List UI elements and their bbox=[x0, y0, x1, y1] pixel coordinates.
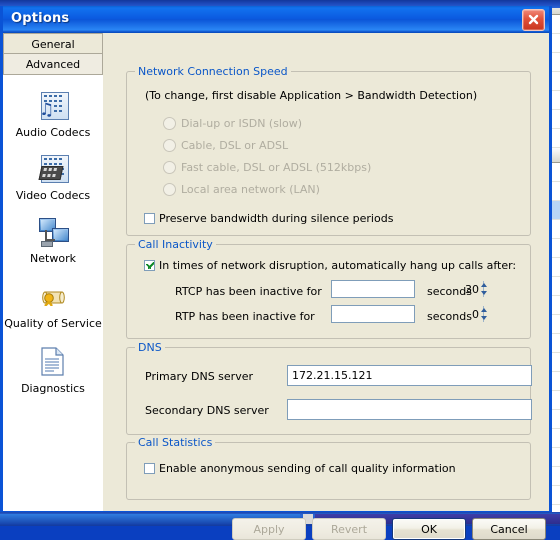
window-title: Options bbox=[11, 11, 70, 26]
secondary-dns-label: Secondary DNS server bbox=[145, 404, 269, 417]
dns-group: DNS Primary DNS server Secondary DNS ser… bbox=[126, 341, 532, 435]
screenshot-root: Options General Advanced ♫ Audio Codecs … bbox=[0, 0, 560, 540]
diagnostics-icon bbox=[36, 346, 70, 380]
audio-codecs-icon: ♫ bbox=[36, 90, 70, 124]
sidebar-item-network[interactable]: Network bbox=[3, 216, 103, 265]
checkbox-preserve-bandwidth[interactable]: Preserve bandwidth during silence period… bbox=[144, 212, 393, 225]
sidebar-item-diagnostics-label: Diagnostics bbox=[21, 382, 85, 395]
radio-button-circle bbox=[163, 139, 176, 152]
sidebar-tab-general-label: General bbox=[31, 38, 75, 51]
rtcp-inactive-label: RTCP has been inactive for bbox=[175, 285, 322, 298]
radio-dialup-isdn[interactable]: Dial-up or ISDN (slow) bbox=[163, 117, 302, 130]
sidebar-item-quality-of-service-label: Quality of Service bbox=[4, 317, 102, 330]
sidebar-item-diagnostics[interactable]: Diagnostics bbox=[3, 346, 103, 395]
rtp-inactive-spinner[interactable] bbox=[331, 305, 487, 323]
rtcp-inactive-unit: seconds bbox=[427, 285, 472, 298]
checkbox-hangup-on-disruption[interactable]: In times of network disruption, automati… bbox=[144, 259, 516, 272]
video-codecs-icon bbox=[36, 153, 70, 187]
options-dialog: Options General Advanced ♫ Audio Codecs … bbox=[0, 6, 552, 540]
rtcp-spinner-buttons[interactable] bbox=[481, 281, 487, 297]
radio-dialup-isdn-label: Dial-up or ISDN (slow) bbox=[181, 117, 303, 130]
ok-button-label: OK bbox=[421, 522, 437, 536]
cancel-button[interactable]: Cancel bbox=[472, 518, 546, 540]
rtp-inactive-label: RTP has been inactive for bbox=[175, 310, 315, 323]
checkbox-enable-anonymous-stats-label: Enable anonymous sending of call quality… bbox=[159, 462, 456, 475]
ok-button[interactable]: OK bbox=[392, 518, 466, 540]
dialog-client-area: General Advanced ♫ Audio Codecs Video Co… bbox=[3, 33, 549, 540]
sidebar-item-audio-codecs-label: Audio Codecs bbox=[15, 126, 91, 139]
checkbox-box[interactable] bbox=[144, 213, 155, 224]
radio-cable-dsl-adsl[interactable]: Cable, DSL or ADSL bbox=[163, 139, 288, 152]
bandwidth-detection-note: (To change, first disable Application > … bbox=[145, 89, 478, 102]
rtcp-inactive-spinner[interactable] bbox=[331, 280, 487, 298]
sidebar-item-video-codecs[interactable]: Video Codecs bbox=[3, 153, 103, 202]
checkbox-preserve-bandwidth-label: Preserve bandwidth during silence period… bbox=[159, 212, 394, 225]
primary-dns-label: Primary DNS server bbox=[145, 370, 254, 383]
revert-button[interactable]: Revert bbox=[312, 518, 386, 540]
cancel-button-label: Cancel bbox=[490, 522, 528, 536]
rtp-inactive-unit: seconds bbox=[427, 310, 472, 323]
checkbox-box[interactable] bbox=[144, 260, 155, 271]
sidebar-tab-general[interactable]: General bbox=[3, 33, 103, 54]
primary-dns-field[interactable] bbox=[287, 365, 532, 386]
sidebar-item-network-label: Network bbox=[30, 252, 76, 265]
advanced-settings-panel: Network Connection Speed (To change, fir… bbox=[104, 33, 549, 540]
secondary-dns-field[interactable] bbox=[287, 399, 532, 420]
secondary-dns-input[interactable] bbox=[288, 400, 531, 419]
radio-fast-cable-dsl-adsl[interactable]: Fast cable, DSL or ADSL (512kbps) bbox=[163, 161, 371, 174]
radio-button-circle bbox=[163, 117, 176, 130]
network-connection-speed-legend: Network Connection Speed bbox=[135, 65, 291, 78]
apply-button-label: Apply bbox=[253, 522, 285, 536]
sidebar: General Advanced ♫ Audio Codecs Video Co… bbox=[3, 33, 104, 511]
radio-cable-dsl-adsl-label: Cable, DSL or ADSL bbox=[181, 139, 289, 152]
radio-local-area-network[interactable]: Local area network (LAN) bbox=[163, 183, 320, 196]
primary-dns-input[interactable] bbox=[288, 366, 531, 385]
radio-button-circle bbox=[163, 161, 176, 174]
checkbox-hangup-on-disruption-label: In times of network disruption, automati… bbox=[159, 259, 517, 272]
sidebar-item-quality-of-service[interactable]: Quality of Service bbox=[3, 281, 103, 330]
radio-local-area-network-label: Local area network (LAN) bbox=[181, 183, 320, 196]
call-statistics-legend: Call Statistics bbox=[135, 436, 216, 449]
sidebar-tab-advanced-label: Advanced bbox=[25, 58, 81, 71]
rtp-spinner-buttons[interactable] bbox=[481, 306, 487, 322]
call-statistics-group: Call Statistics Enable anonymous sending… bbox=[126, 436, 531, 500]
close-icon[interactable] bbox=[522, 9, 545, 31]
sidebar-nav-list: ♫ Audio Codecs Video Codecs Network Qual… bbox=[3, 75, 103, 395]
title-bar[interactable]: Options bbox=[3, 6, 549, 33]
dns-legend: DNS bbox=[135, 341, 165, 354]
quality-of-service-icon bbox=[36, 281, 70, 315]
call-inactivity-legend: Call Inactivity bbox=[135, 238, 216, 251]
call-inactivity-group: Call Inactivity In times of network disr… bbox=[126, 238, 531, 339]
sidebar-item-video-codecs-label: Video Codecs bbox=[15, 189, 91, 202]
apply-button[interactable]: Apply bbox=[232, 518, 306, 540]
network-connection-speed-group: Network Connection Speed (To change, fir… bbox=[126, 65, 531, 236]
checkbox-enable-anonymous-stats[interactable]: Enable anonymous sending of call quality… bbox=[144, 462, 456, 475]
network-icon bbox=[36, 216, 70, 250]
checkbox-box[interactable] bbox=[144, 463, 155, 474]
sidebar-tab-advanced[interactable]: Advanced bbox=[3, 54, 103, 75]
revert-button-label: Revert bbox=[330, 522, 368, 536]
radio-fast-cable-dsl-adsl-label: Fast cable, DSL or ADSL (512kbps) bbox=[181, 161, 372, 174]
sidebar-item-audio-codecs[interactable]: ♫ Audio Codecs bbox=[3, 90, 103, 139]
radio-button-circle bbox=[163, 183, 176, 196]
